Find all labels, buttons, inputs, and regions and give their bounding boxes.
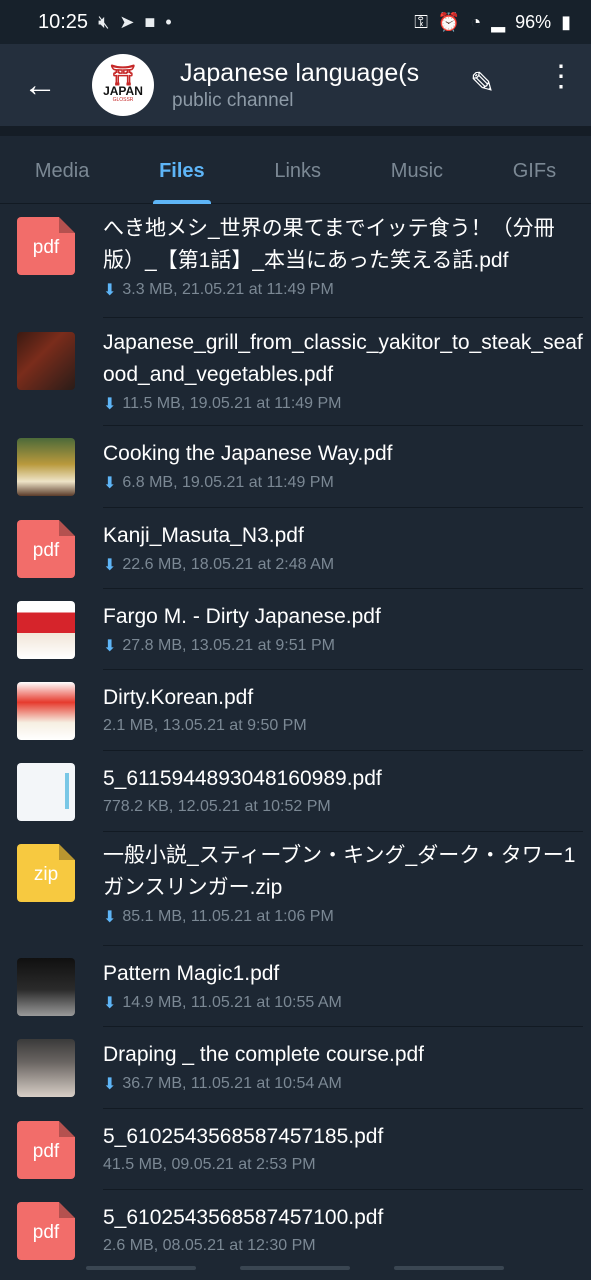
download-arrow-icon[interactable]: ⬇ [103, 993, 116, 1013]
download-arrow-icon[interactable]: ⬇ [103, 473, 116, 493]
battery-percent: 96% [515, 11, 552, 32]
file-item[interactable]: Pattern Magic1.pdf ⬇ 14.9 MB, 11.05.21 at… [0, 946, 591, 1027]
file-name: Pattern Magic1.pdf [103, 962, 280, 985]
file-thumbnail [17, 682, 75, 740]
file-meta: 2.6 MB, 08.05.21 at 12:30 PM [103, 1237, 316, 1254]
file-item[interactable]: Dirty.Korean.pdf 2.1 MB, 13.05.21 at 9:5… [0, 670, 591, 751]
file-thumbnail [17, 763, 75, 821]
file-item[interactable]: pdf Kanji_Masuta_N3.pdf ⬇ 22.6 MB, 18.05.… [0, 508, 591, 589]
file-thumbnail [17, 958, 75, 1016]
channel-subtitle: public channel [172, 89, 294, 111]
download-arrow-icon[interactable]: ⬇ [103, 907, 116, 927]
header-divider [0, 126, 591, 136]
back-button[interactable]: ← [0, 44, 80, 126]
file-thumbnail [17, 601, 75, 659]
folder-icon: ■ [144, 11, 156, 32]
system-nav-bar [0, 1262, 591, 1280]
file-thumbnail [17, 332, 75, 390]
alarm-icon: ⏰ [437, 11, 461, 32]
file-name: 5_6115944893048160989.pdf [103, 767, 382, 790]
file-meta: 36.7 MB, 11.05.21 at 10:54 AM [122, 1075, 342, 1092]
file-meta: 11.5 MB, 19.05.21 at 11:49 PM [122, 395, 342, 412]
signal-icon: ▂ [491, 11, 506, 32]
avatar-subtext: GLOSSR [112, 97, 134, 103]
file-name: へき地メシ_世界の果てまでイッテ食う！（分冊版）_【第1話】_本当にあった笑える… [103, 217, 555, 272]
key-icon: ⚿ [414, 11, 428, 32]
file-item[interactable]: Draping _ the complete course.pdf ⬇ 36.7 … [0, 1027, 591, 1109]
tab-links[interactable]: Links [268, 136, 327, 204]
telegram-icon: ➤ [119, 11, 135, 32]
file-name: 5_6102543568587457100.pdf [103, 1206, 384, 1229]
pdf-file-icon: pdf [17, 520, 75, 578]
file-meta: 85.1 MB, 11.05.21 at 1:06 PM [122, 908, 334, 925]
file-item[interactable]: Cooking the Japanese Way.pdf ⬇ 6.8 MB, 19… [0, 426, 591, 508]
pdf-file-icon: pdf [17, 1121, 75, 1179]
file-item[interactable]: pdf 5_6102543568587457185.pdf 41.5 MB, 0… [0, 1109, 591, 1190]
media-tabs: Media Files Links Music GIFs [0, 136, 591, 204]
status-time: 10:25 [38, 10, 89, 33]
file-name: 5_6102543568587457185.pdf [103, 1125, 384, 1148]
tab-music[interactable]: Music [385, 136, 449, 204]
file-thumbnail [17, 438, 75, 496]
channel-avatar[interactable]: ⛩ JAPAN GLOSSR [92, 54, 154, 116]
pdf-file-icon: pdf [17, 217, 75, 275]
file-meta: 2.1 MB, 13.05.21 at 9:50 PM [103, 717, 307, 734]
arrow-left-icon: ← [23, 65, 57, 104]
file-ext-label: zip [33, 864, 59, 885]
download-arrow-icon[interactable]: ⬇ [103, 394, 116, 414]
file-name: Draping _ the complete course.pdf [103, 1043, 425, 1066]
download-arrow-icon[interactable]: ⬇ [103, 280, 116, 300]
nav-back-pill[interactable] [394, 1266, 504, 1270]
file-item[interactable]: Japanese_grill_from_classic_yakitor_to_s… [0, 318, 591, 426]
nav-home-pill[interactable] [240, 1266, 350, 1270]
header-title-block[interactable]: Japanese language(s public channel [172, 59, 452, 112]
file-meta: 41.5 MB, 09.05.21 at 2:53 PM [103, 1156, 316, 1173]
tab-files[interactable]: Files [153, 136, 211, 204]
file-meta: 778.2 KB, 12.05.21 at 10:52 PM [103, 798, 331, 815]
battery-icon: ▮ [561, 11, 571, 32]
zip-file-icon: zip [17, 844, 75, 902]
file-item[interactable]: zip 一般小説_スティーブン・キング_ダーク・タワー1 ガンスリンガー.zip… [0, 832, 591, 946]
file-name: Japanese_grill_from_classic_yakitor_to_s… [103, 331, 583, 386]
file-meta: 14.9 MB, 11.05.21 at 10:55 AM [122, 994, 342, 1011]
edit-pencil-icon[interactable]: ✎ [470, 66, 495, 101]
file-meta: 3.3 MB, 21.05.21 at 11:49 PM [122, 281, 334, 298]
file-ext-label: pdf [32, 1222, 60, 1243]
file-item[interactable]: Fargo M. - Dirty Japanese.pdf ⬇ 27.8 MB, … [0, 589, 591, 670]
file-name: Kanji_Masuta_N3.pdf [103, 524, 304, 547]
nav-recents-pill[interactable] [86, 1266, 196, 1270]
download-arrow-icon[interactable]: ⬇ [103, 1074, 116, 1094]
status-bar: 10:25 🔇︎ ➤ ■ • ⚿ ⏰ ◔ ▂ 96% ▮ [0, 0, 591, 44]
chat-header: ← ⛩ JAPAN GLOSSR Japanese language(s pub… [0, 44, 591, 126]
file-ext-label: pdf [32, 540, 60, 561]
torii-icon: ⛩ [110, 65, 136, 87]
file-item[interactable]: 5_6115944893048160989.pdf 778.2 KB, 12.0… [0, 751, 591, 832]
file-name: Dirty.Korean.pdf [103, 686, 254, 709]
dot-icon: • [165, 11, 172, 32]
file-ext-label: pdf [32, 237, 60, 258]
file-name: Fargo M. - Dirty Japanese.pdf [103, 605, 381, 628]
file-meta: 6.8 MB, 19.05.21 at 11:49 PM [122, 474, 334, 491]
channel-title: Japanese language(s [180, 58, 420, 87]
download-arrow-icon[interactable]: ⬇ [103, 636, 116, 656]
file-list: pdf へき地メシ_世界の果てまでイッテ食う！（分冊版）_【第1話】_本当にあっ… [0, 205, 591, 1271]
file-item[interactable]: pdf へき地メシ_世界の果てまでイッテ食う！（分冊版）_【第1話】_本当にあっ… [0, 205, 591, 318]
file-item[interactable]: pdf 5_6102543568587457100.pdf 2.6 MB, 08… [0, 1190, 591, 1271]
mute-icon: 🔇︎ [98, 11, 110, 32]
file-name: Cooking the Japanese Way.pdf [103, 442, 393, 465]
tab-media[interactable]: Media [29, 136, 95, 204]
file-meta: 22.6 MB, 18.05.21 at 2:48 AM [122, 556, 335, 573]
avatar-text: JAPAN [103, 84, 143, 98]
file-meta: 27.8 MB, 13.05.21 at 9:51 PM [122, 637, 335, 654]
more-vertical-icon[interactable]: ⋮ [546, 62, 576, 92]
tab-gifs[interactable]: GIFs [507, 136, 562, 204]
file-name: 一般小説_スティーブン・キング_ダーク・タワー1 ガンスリンガー.zip [103, 844, 591, 899]
pdf-file-icon: pdf [17, 1202, 75, 1260]
download-arrow-icon[interactable]: ⬇ [103, 555, 116, 575]
wifi-icon: ◔ [470, 11, 482, 32]
file-thumbnail [17, 1039, 75, 1097]
file-ext-label: pdf [32, 1141, 60, 1162]
